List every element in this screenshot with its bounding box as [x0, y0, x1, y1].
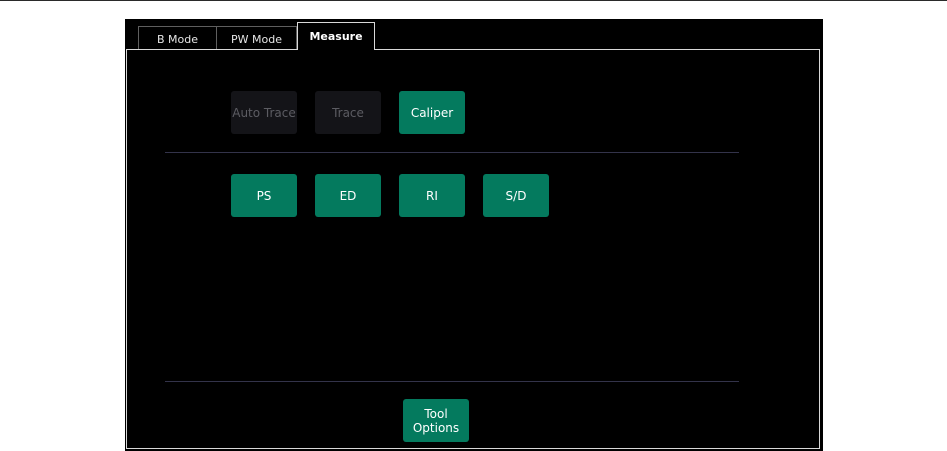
divider-top	[165, 152, 739, 153]
ed-button[interactable]: ED	[315, 174, 381, 217]
divider-bottom	[165, 381, 739, 382]
tool-options-button[interactable]: Tool Options	[403, 399, 469, 442]
ri-button[interactable]: RI	[399, 174, 465, 217]
sd-button[interactable]: S/D	[483, 174, 549, 217]
ps-button[interactable]: PS	[231, 174, 297, 217]
trace-button[interactable]: Trace	[315, 91, 381, 134]
auto-trace-button[interactable]: Auto Trace	[231, 91, 297, 134]
tool-options-label-line2: Options	[412, 420, 460, 435]
top-border	[0, 0, 947, 1]
tab-measure[interactable]: Measure	[297, 22, 375, 50]
caliper-button[interactable]: Caliper	[399, 91, 465, 134]
tool-options-label-line1: Tool	[424, 406, 448, 421]
ultrasound-control-window: B Mode PW Mode Measure Auto Trace Trace …	[125, 19, 823, 451]
measure-panel: Auto Trace Trace Caliper PS ED RI S/D To…	[126, 49, 820, 449]
